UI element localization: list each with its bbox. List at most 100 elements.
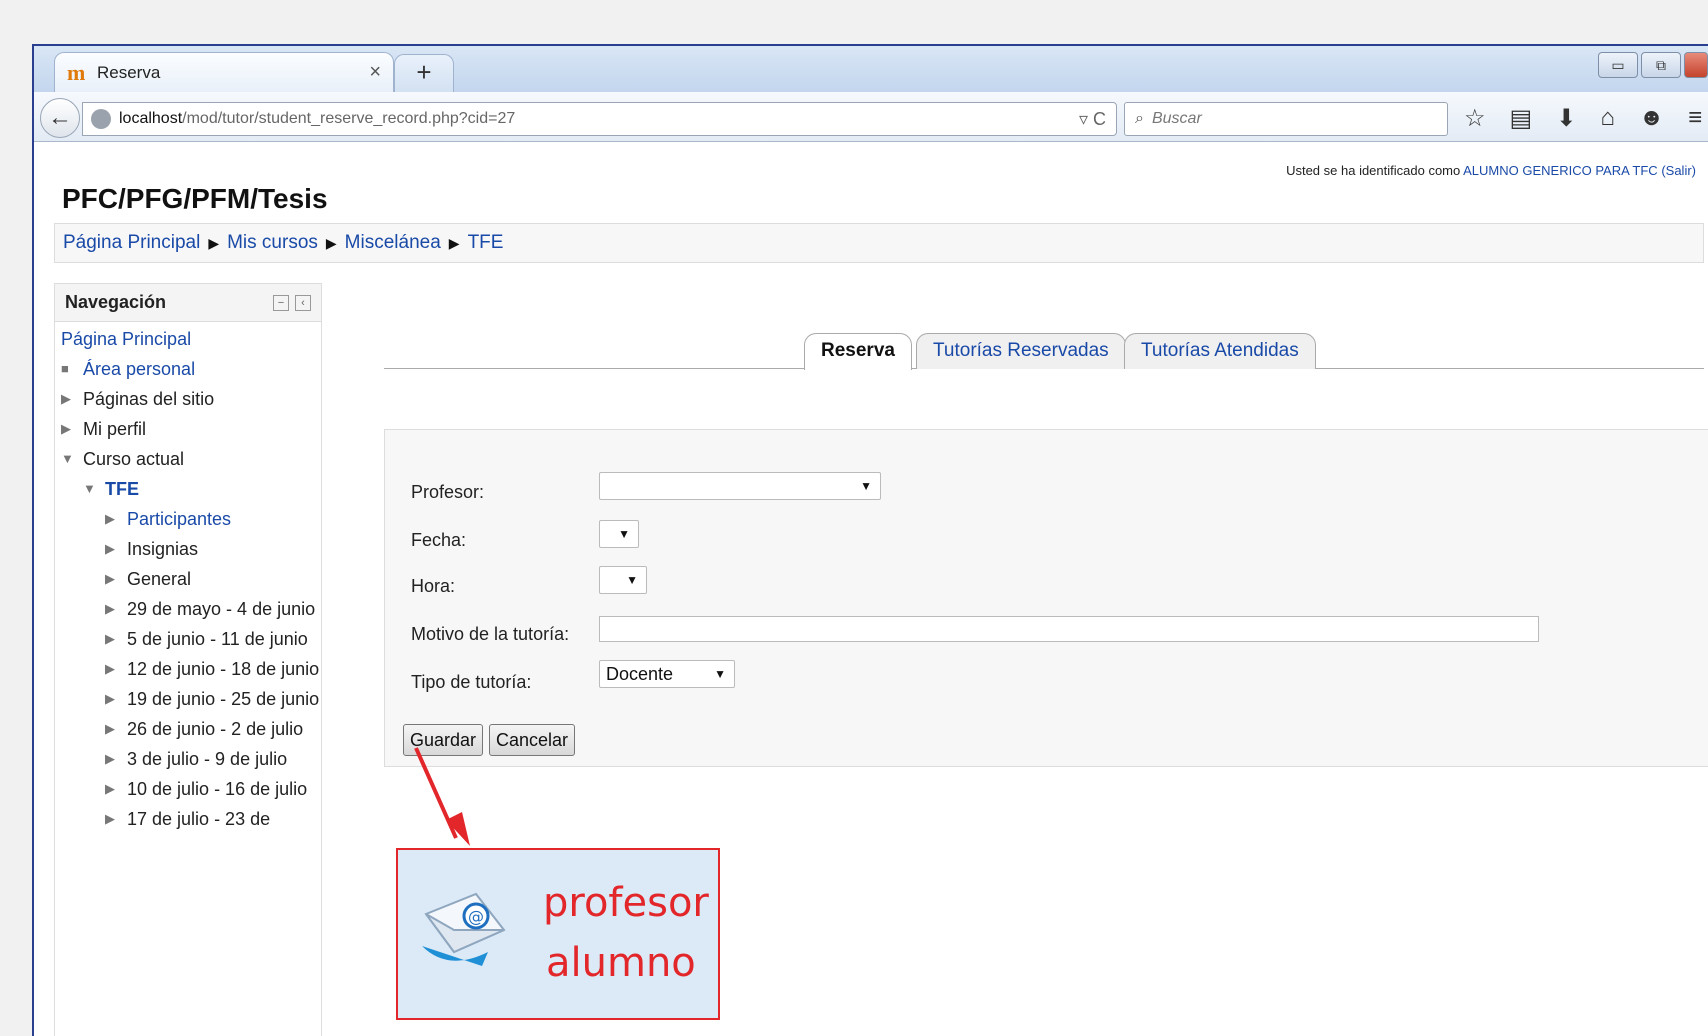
close-window-icon[interactable] xyxy=(1684,52,1708,78)
fecha-select[interactable]: ▼ xyxy=(599,520,639,548)
nav-item-personal-area[interactable]: ■ Área personal xyxy=(61,358,321,380)
expand-arrow-icon[interactable]: ▶ xyxy=(105,568,127,590)
nav-label: Mi perfil xyxy=(83,419,147,439)
expand-arrow-icon[interactable]: ▶ xyxy=(105,748,127,770)
dropdown-arrow-icon: ▼ xyxy=(860,479,872,493)
breadcrumb-separator-icon: ▶ xyxy=(325,234,337,251)
nav-item-week[interactable]: ▶ 29 de mayo - 4 de junio xyxy=(61,598,321,620)
tab-reserved-tutorials[interactable]: Tutorías Reservadas xyxy=(916,333,1126,369)
search-input[interactable]: ⌕ Buscar xyxy=(1124,102,1448,136)
email-icon: @ xyxy=(422,892,506,966)
bullet-icon: ■ xyxy=(61,361,69,376)
moodle-icon: m xyxy=(67,59,86,85)
hora-select[interactable]: ▼ xyxy=(599,566,647,594)
cancel-button[interactable]: Cancelar xyxy=(489,724,576,756)
nav-item-week[interactable]: ▶ 26 de junio - 2 de julio xyxy=(61,718,321,740)
expand-arrow-icon[interactable]: ▶ xyxy=(105,688,127,710)
nav-item-home[interactable]: Página Principal xyxy=(61,328,321,350)
nav-item-current-course[interactable]: ▼ Curso actual xyxy=(61,448,321,470)
expand-arrow-icon[interactable]: ▶ xyxy=(61,418,83,440)
nav-label: 10 de julio - 16 de julio xyxy=(127,779,308,799)
back-arrow-icon[interactable]: ← xyxy=(40,98,80,138)
nav-item-badges[interactable]: ▶ Insignias xyxy=(61,538,321,560)
navigation-title: Navegación xyxy=(65,292,167,312)
callout-text-profesor: profesor xyxy=(543,880,709,926)
nav-item-participants[interactable]: ▶ Participantes xyxy=(61,508,321,530)
close-tab-icon[interactable]: × xyxy=(369,61,381,84)
nav-label: 3 de julio - 9 de julio xyxy=(127,749,288,769)
reading-list-icon[interactable]: ▤ xyxy=(1510,104,1533,133)
expand-arrow-icon[interactable]: ▶ xyxy=(105,538,127,560)
nav-link[interactable]: Área personal xyxy=(83,358,195,380)
expand-arrow-icon[interactable]: ▶ xyxy=(105,508,127,530)
restore-icon[interactable]: ⧉ xyxy=(1641,52,1681,78)
breadcrumb-separator-icon: ▶ xyxy=(448,234,460,251)
collapse-arrow-icon[interactable]: ▼ xyxy=(83,478,105,500)
profesor-select[interactable]: ▼ xyxy=(599,472,881,500)
expand-arrow-icon[interactable]: ▶ xyxy=(105,658,127,680)
nav-item-week[interactable]: ▶ 17 de julio - 23 de xyxy=(61,808,321,830)
nav-link[interactable]: Página Principal xyxy=(61,328,191,350)
breadcrumb-misc[interactable]: Miscelánea xyxy=(345,232,441,254)
tipo-select[interactable]: Docente ▼ xyxy=(599,660,735,688)
expand-arrow-icon[interactable]: ▶ xyxy=(105,718,127,740)
reload-icon[interactable]: ▿ C xyxy=(1079,109,1106,130)
expand-arrow-icon[interactable]: ▶ xyxy=(105,778,127,800)
hora-label: Hora: xyxy=(411,576,456,596)
dropdown-arrow-icon: ▼ xyxy=(618,527,630,541)
nav-item-week[interactable]: ▶ 19 de junio - 25 de junio xyxy=(61,688,321,710)
breadcrumb-my-courses[interactable]: Mis cursos xyxy=(227,232,318,254)
chat-icon[interactable]: ☻ xyxy=(1639,104,1664,133)
motivo-input[interactable] xyxy=(599,616,1539,642)
reservation-form: Profesor: ▼ Fecha: ▼ Hora: ▼ Motivo de l… xyxy=(384,429,1708,767)
nav-item-week[interactable]: ▶ 10 de julio - 16 de julio xyxy=(61,778,321,800)
profesor-label: Profesor: xyxy=(411,482,485,502)
nav-item-tfe[interactable]: ▼ TFE xyxy=(61,478,321,500)
tab-attended-tutorials[interactable]: Tutorías Atendidas xyxy=(1124,333,1316,369)
address-bar[interactable]: localhost /mod/tutor/student_reserve_rec… xyxy=(82,102,1117,136)
window-controls: ▭ ⧉ xyxy=(1598,52,1708,78)
nav-item-week[interactable]: ▶ 3 de julio - 9 de julio xyxy=(61,748,321,770)
browser-tab[interactable]: m Reserva × xyxy=(54,52,394,92)
expand-arrow-icon[interactable]: ▶ xyxy=(105,628,127,650)
nav-item-general[interactable]: ▶ General xyxy=(61,568,321,590)
nav-item-week[interactable]: ▶ 5 de junio - 11 de junio xyxy=(61,628,321,650)
logout-link[interactable]: (Salir) xyxy=(1661,163,1696,178)
menu-icon[interactable]: ≡ xyxy=(1688,104,1702,133)
breadcrumb: Página Principal ▶ Mis cursos ▶ Miscelán… xyxy=(54,223,1704,263)
toolbar-icons: ☆ ▤ ⬇ ⌂ ☻ ≡ xyxy=(1464,104,1702,133)
nav-item-week[interactable]: ▶ 12 de junio - 18 de junio xyxy=(61,658,321,680)
svg-text:@: @ xyxy=(468,907,484,926)
nav-label: 5 de junio - 11 de junio xyxy=(127,629,308,649)
expand-arrow-icon[interactable]: ▶ xyxy=(61,388,83,410)
nav-link[interactable]: Participantes xyxy=(127,508,231,530)
save-button[interactable]: Guardar xyxy=(403,724,484,756)
site-title: PFC/PFG/PFM/Tesis xyxy=(62,183,328,214)
navigation-bar: ← localhost /mod/tutor/student_reserve_r… xyxy=(34,92,1708,142)
tab-reserva[interactable]: Reserva xyxy=(804,333,912,370)
navigation-list: Página Principal ■ Área personal ▶ Páginas… xyxy=(55,322,321,830)
home-icon[interactable]: ⌂ xyxy=(1600,104,1615,133)
globe-icon xyxy=(91,109,111,129)
nav-label: 26 de junio - 2 de julio xyxy=(127,719,304,739)
nav-item-site-pages[interactable]: ▶ Páginas del sitio xyxy=(61,388,321,410)
bookmark-star-icon[interactable]: ☆ xyxy=(1464,104,1486,133)
expand-arrow-icon[interactable]: ▶ xyxy=(105,808,127,830)
login-info: Usted se ha identificado como ALUMNO GEN… xyxy=(1286,163,1696,178)
collapse-arrow-icon[interactable]: ▼ xyxy=(61,448,83,470)
user-link[interactable]: ALUMNO GENERICO PARA TFC xyxy=(1463,163,1658,178)
login-text: Usted se ha identificado como xyxy=(1286,163,1464,178)
expand-arrow-icon[interactable]: ▶ xyxy=(105,598,127,620)
minimize-icon[interactable]: ▭ xyxy=(1598,52,1638,78)
breadcrumb-home[interactable]: Página Principal xyxy=(63,232,200,254)
nav-label: 19 de junio - 25 de junio xyxy=(127,689,320,709)
search-placeholder: Buscar xyxy=(1151,110,1202,127)
fecha-label: Fecha: xyxy=(411,530,467,550)
nav-link[interactable]: TFE xyxy=(105,478,139,500)
collapse-icon[interactable]: − xyxy=(273,294,289,311)
new-tab-button[interactable]: + xyxy=(394,54,454,92)
breadcrumb-tfe[interactable]: TFE xyxy=(468,232,504,254)
download-icon[interactable]: ⬇ xyxy=(1556,104,1576,133)
nav-item-profile[interactable]: ▶ Mi perfil xyxy=(61,418,321,440)
dock-icon[interactable]: ‹ xyxy=(295,294,311,311)
